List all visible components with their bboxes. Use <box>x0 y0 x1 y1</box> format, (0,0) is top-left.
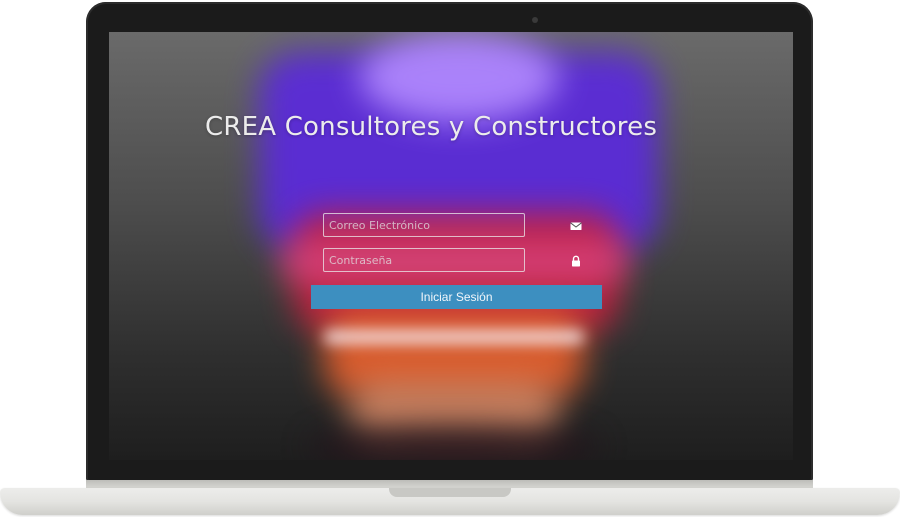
password-field[interactable] <box>323 248 525 272</box>
login-screen: CREA Consultores y Constructores Iniciar… <box>109 32 793 460</box>
lock-icon <box>572 255 580 267</box>
laptop-notch <box>389 488 511 497</box>
background-glow-white <box>324 330 584 344</box>
background-glow-violet <box>359 32 559 122</box>
laptop-mockup: CREA Consultores y Constructores Iniciar… <box>0 0 900 517</box>
background-glow-base <box>309 427 599 460</box>
login-button[interactable]: Iniciar Sesión <box>311 285 602 309</box>
page-title: CREA Consultores y Constructores <box>205 112 658 142</box>
email-field[interactable] <box>323 213 525 237</box>
camera-dot <box>532 17 538 23</box>
envelope-icon <box>570 222 582 230</box>
